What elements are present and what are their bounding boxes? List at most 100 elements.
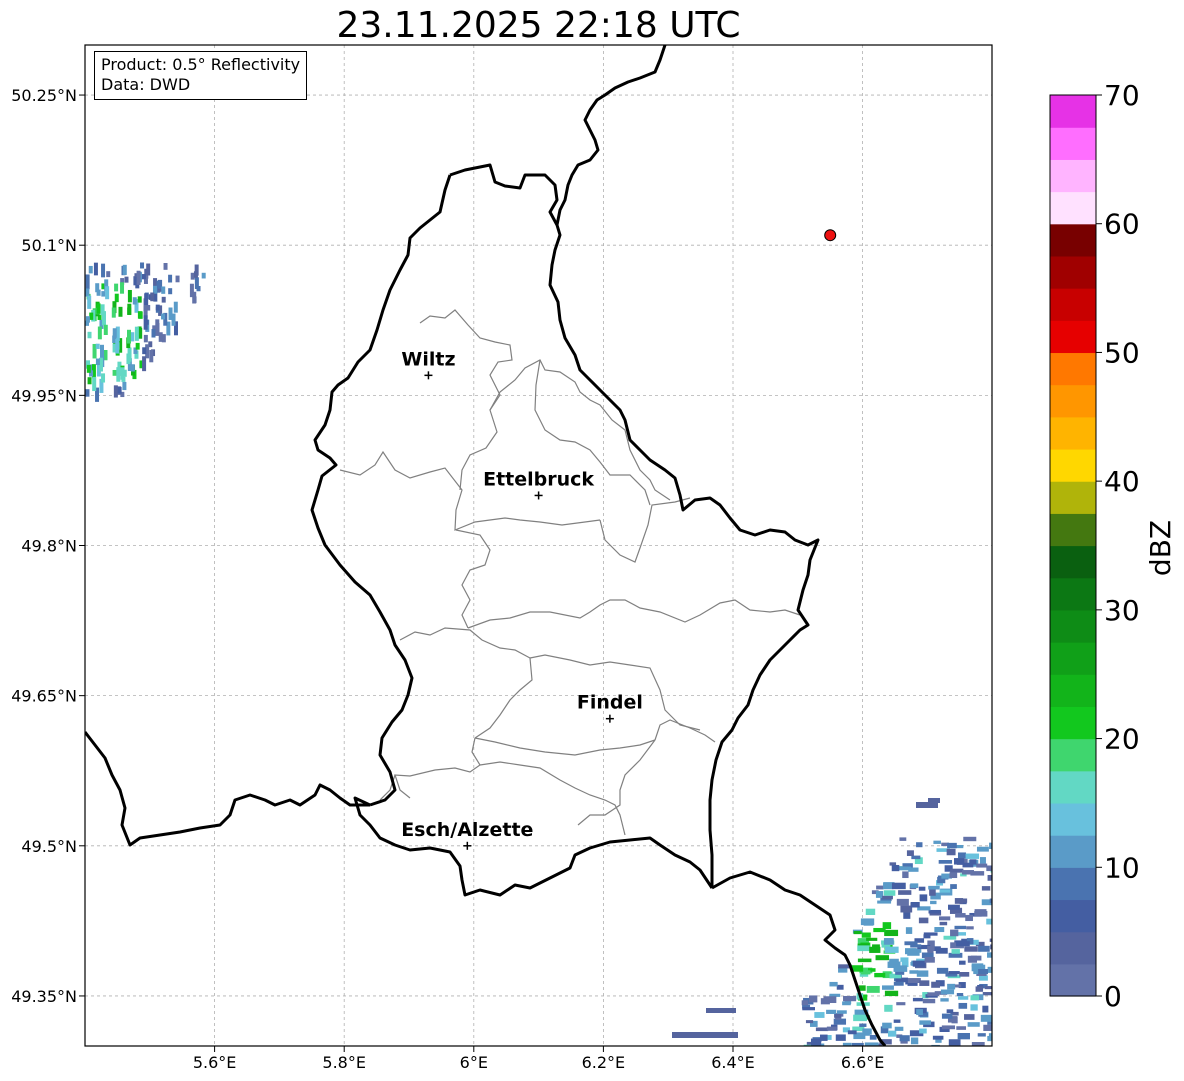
echo-pixel [706, 1008, 736, 1013]
echo-pixel [979, 857, 986, 864]
echo-pixel [948, 971, 960, 975]
echo-pixel [984, 986, 992, 990]
echo-pixel [875, 955, 890, 961]
colorbar-segment [1050, 513, 1096, 547]
echo-pixel [863, 921, 874, 926]
echo-pixel [965, 853, 980, 859]
echo-pixel [866, 937, 878, 941]
echo-pixel [837, 1010, 847, 1014]
canton-boundaries [339, 309, 801, 836]
echo-pixel [966, 926, 974, 930]
echo-pixel [899, 866, 912, 871]
echo-pixel [955, 984, 962, 988]
city-label: Findel [577, 692, 643, 714]
echo-pixel [829, 981, 838, 987]
city-label: Esch/Alzette [401, 819, 533, 841]
echo-pixel [819, 1034, 828, 1041]
x-axis-ticks: 5.6°E 5.8°E 6°E 6.2°E 6.4°E 6.6°E [193, 1046, 884, 1072]
colorbar-tick-label: 70 [1104, 79, 1140, 112]
echo-pixel [95, 358, 100, 366]
radar-site-icon [824, 229, 837, 242]
colorbar-tick-label: 20 [1104, 723, 1140, 756]
echo-pixel [122, 381, 127, 391]
y-tick-label: 50.25°N [11, 86, 77, 105]
y-tick-label: 49.65°N [11, 687, 77, 706]
echo-pixel [971, 1042, 985, 1046]
echo-pixel [865, 908, 876, 916]
colorbar-segment [1050, 609, 1096, 643]
echo-pixel [883, 882, 894, 890]
echo-pixel [859, 1023, 867, 1027]
colorbar-segment [1050, 706, 1096, 740]
echo-pixel [904, 948, 917, 955]
echo-pixel [941, 1013, 953, 1019]
echo-pixel [934, 927, 945, 933]
colorbar-segment [1050, 931, 1096, 965]
echo-pixel [862, 1028, 872, 1035]
echo-pixel [814, 1012, 825, 1018]
echo-pixel [941, 1025, 956, 1030]
echo-pixel [884, 990, 899, 997]
echo-pixel [955, 898, 968, 903]
echo-pixel [893, 965, 908, 972]
echo-pixel [948, 1039, 961, 1046]
echo-pixel [930, 900, 937, 905]
echo-pixel [112, 328, 117, 338]
echo-pixel [964, 1014, 975, 1020]
echo-pixel [970, 995, 980, 1001]
echo-pixel [910, 883, 919, 889]
echo-pixel [940, 998, 949, 1002]
echo-pixel [956, 993, 964, 997]
echo-pixel [896, 1002, 906, 1006]
echo-pixel [161, 313, 166, 320]
echo-pixel [883, 890, 896, 896]
colorbar-segment [1050, 899, 1096, 933]
echo-pixel [906, 850, 914, 856]
echo-pixel [990, 944, 992, 950]
echo-pixel [919, 980, 930, 986]
colorbar-segment [1050, 127, 1096, 160]
echo-pixel [978, 969, 988, 975]
echo-pixel [168, 274, 173, 283]
colorbar-segment [1050, 674, 1096, 707]
echo-pixel [927, 992, 940, 996]
echo-pixel [889, 958, 899, 965]
echo-pixel [928, 909, 941, 914]
echo-pixel [168, 288, 173, 295]
echo-pixel [85, 389, 90, 397]
echo-pixel [672, 1032, 738, 1038]
colorbar-tick-label: 40 [1104, 465, 1140, 498]
echo-pixel [976, 846, 989, 852]
echo-pixel [987, 874, 992, 881]
echo-pixel [982, 992, 992, 996]
echo-pixel [940, 989, 955, 995]
echo-pixel [986, 865, 992, 872]
colorbar-segment [1050, 255, 1096, 289]
echo-pixel [151, 329, 156, 338]
echo-pixel [93, 262, 98, 276]
echo-pixel [115, 339, 120, 354]
echo-pixel [970, 1004, 978, 1011]
echo-pixel [137, 296, 142, 303]
echo-pixel [977, 1033, 986, 1037]
echo-pixel [919, 894, 928, 902]
x-tick-label: 6°E [460, 1053, 488, 1072]
colorbar-segment [1050, 448, 1096, 482]
echo-pixel [893, 1019, 901, 1023]
x-tick-label: 6.4°E [711, 1053, 755, 1072]
y-axis-ticks: 50.25°N 50.1°N 49.95°N 49.8°N 49.65°N 49.5°N 4… [11, 86, 85, 1006]
colorbar-segment [1050, 384, 1096, 418]
echo-pixel [130, 364, 135, 372]
echo-pixel [884, 1004, 893, 1012]
echo-pixel [113, 385, 118, 398]
echo-pixel [957, 996, 969, 1000]
y-tick-label: 49.95°N [11, 386, 77, 405]
city-label: Ettelbruck [483, 468, 594, 490]
echo-pixel [938, 860, 953, 864]
colorbar-segment [1050, 738, 1096, 772]
echo-pixel [875, 891, 884, 898]
echo-pixel [900, 957, 909, 962]
radar-site-marker [824, 229, 837, 242]
echo-pixel [893, 981, 904, 986]
x-tick-label: 5.8°E [322, 1053, 366, 1072]
